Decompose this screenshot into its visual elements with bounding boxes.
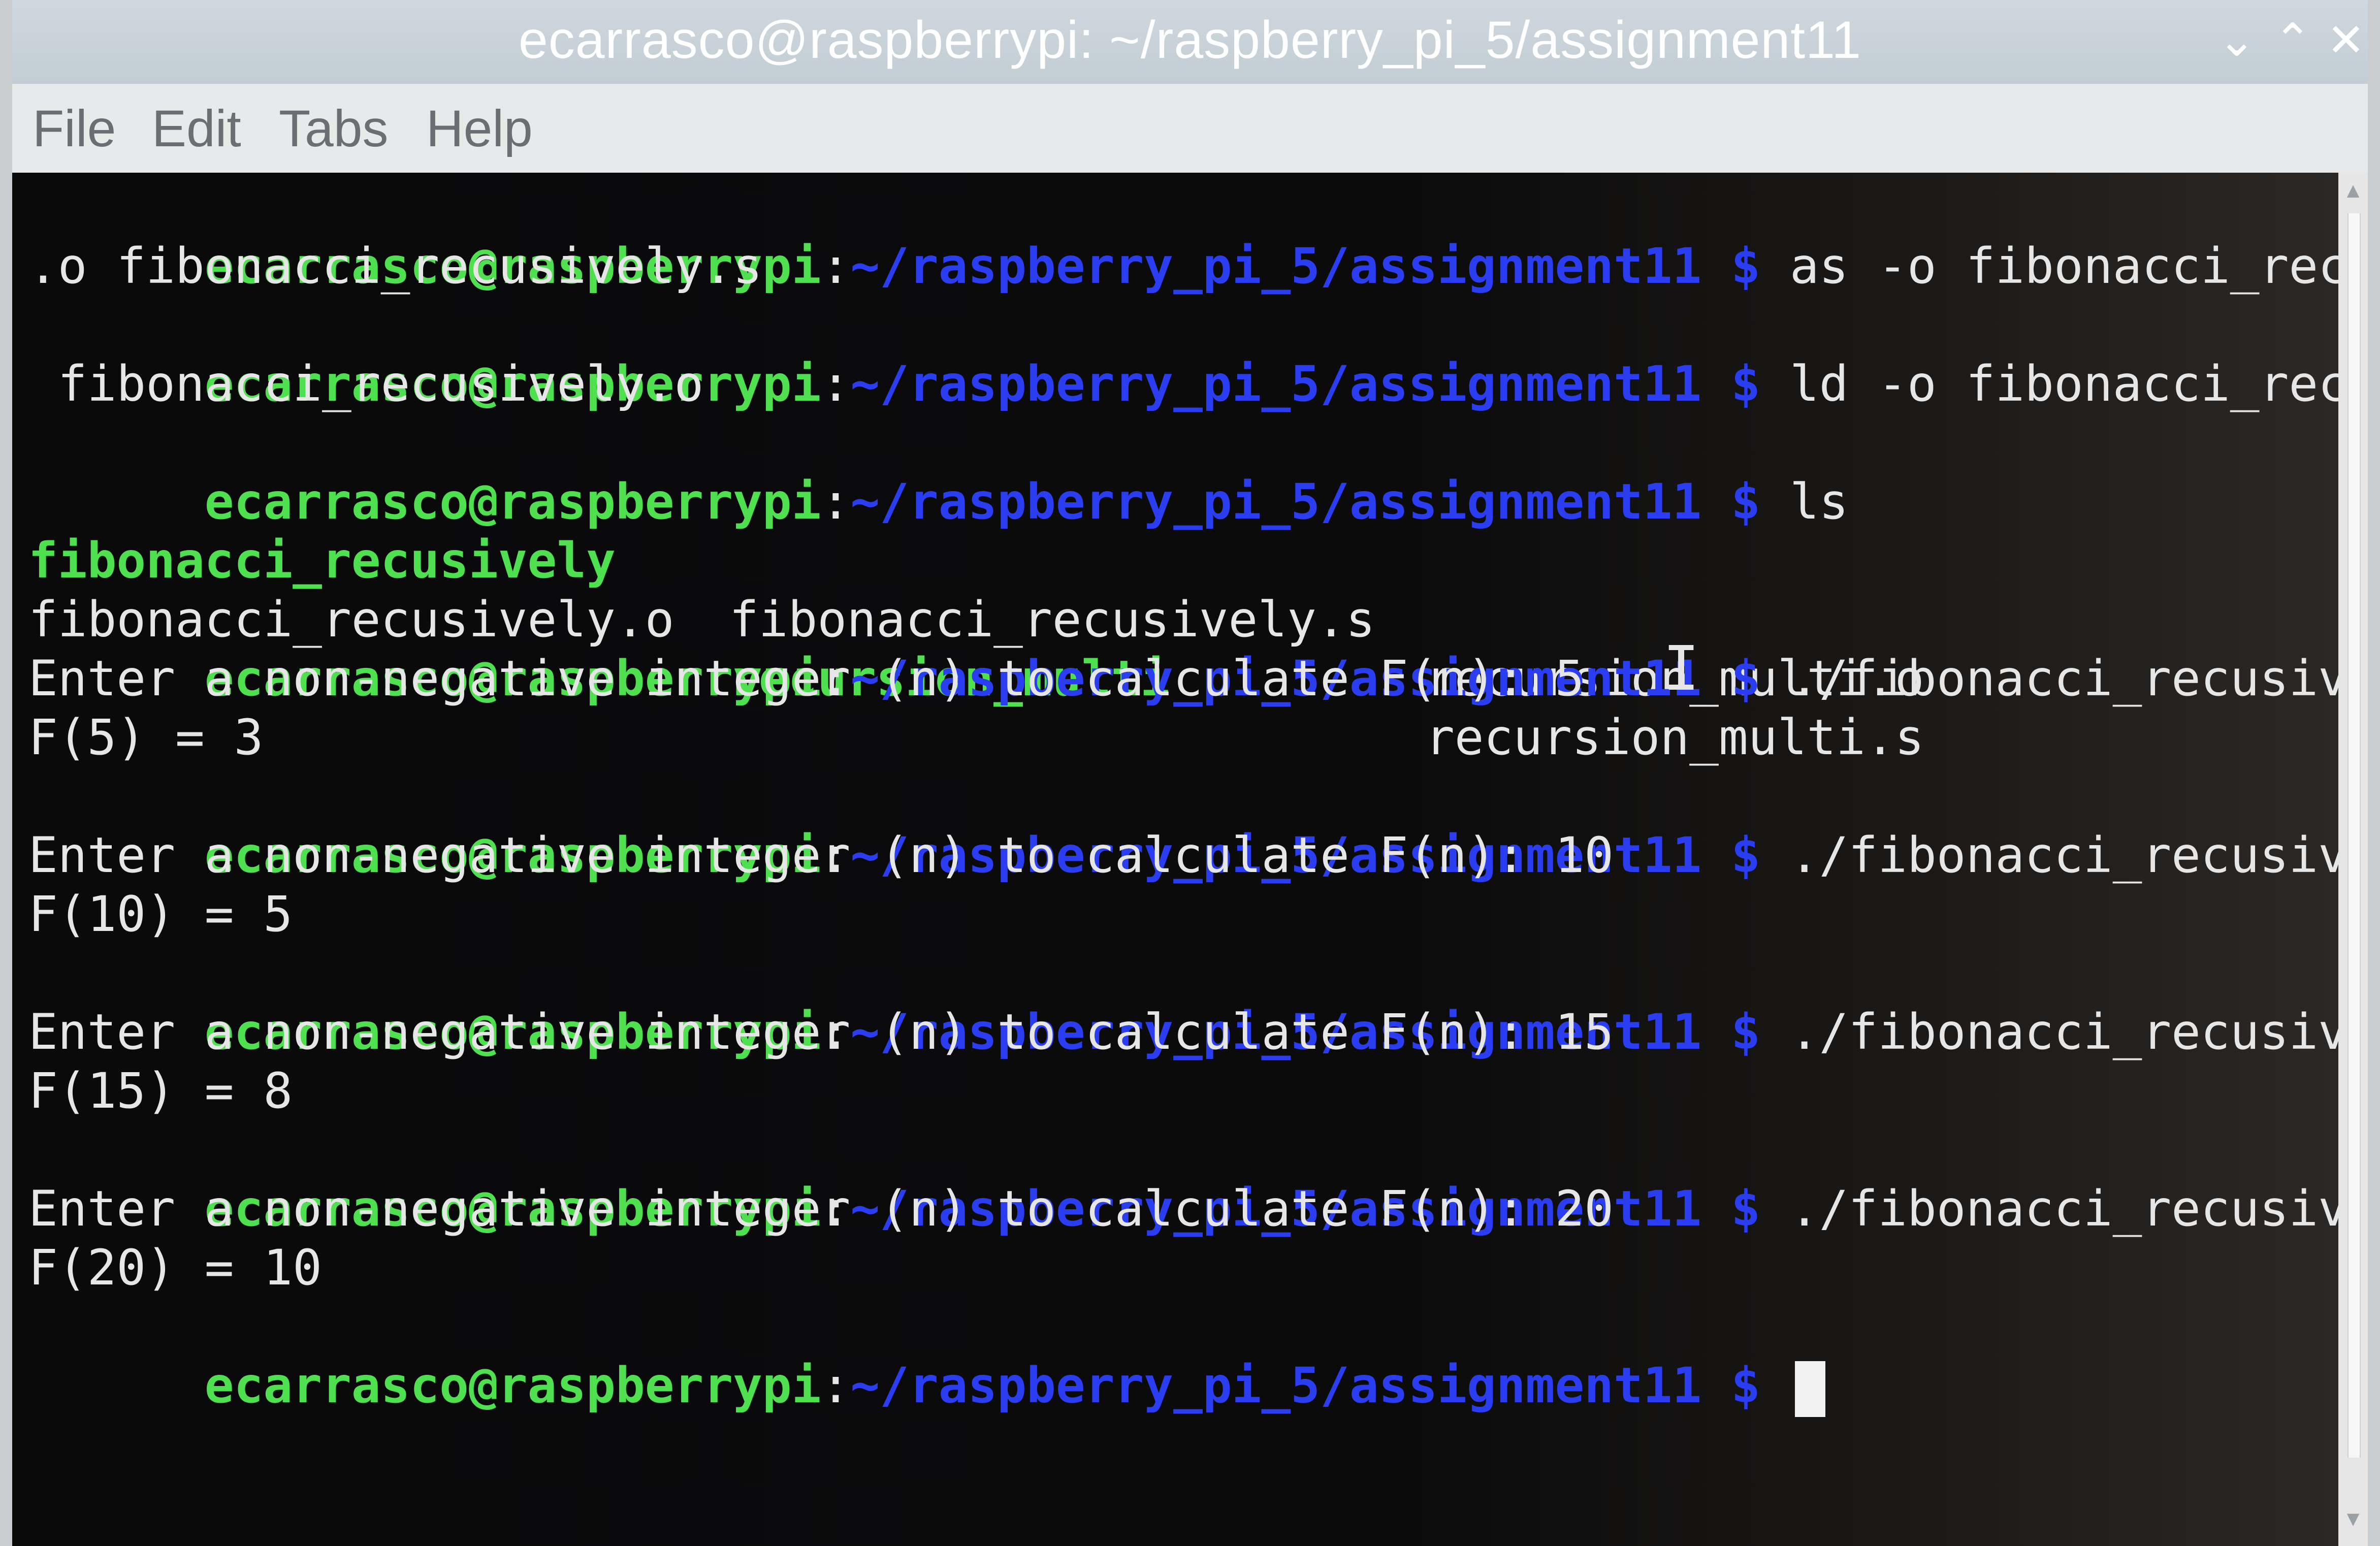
prompt-colon: : — [821, 356, 851, 412]
output-line: .o fibonacci_recusively.s — [28, 238, 762, 295]
menu-help[interactable]: Help — [426, 99, 533, 158]
command-text: as -o fibonacci_recusively — [1789, 238, 2368, 295]
prompt-line: ecarrasco@raspberrypi:~/raspberry_pi_5/a… — [28, 296, 2368, 412]
prompt-dollar: $ — [1701, 238, 1790, 295]
output-line: Enter a non-negative integer (n) to calc… — [28, 650, 1585, 707]
prompt-dollar: $ — [1701, 1180, 1790, 1237]
maximize-icon[interactable]: ⌃ — [2267, 15, 2318, 66]
minimize-icon[interactable]: ⌄ — [2211, 15, 2262, 66]
prompt-colon: : — [821, 238, 851, 295]
prompt-line: ecarrasco@raspberrypi:~/raspberry_pi_5/a… — [28, 590, 2368, 707]
prompt-dollar: $ — [1701, 356, 1790, 412]
prompt-line: ecarrasco@raspberrypi:~/raspberry_pi_5/a… — [28, 944, 2368, 1060]
menu-tabs[interactable]: Tabs — [279, 99, 388, 158]
scroll-up-icon[interactable]: ▲ — [2342, 180, 2364, 200]
menu-file[interactable]: File — [33, 99, 116, 158]
prompt-line: ecarrasco@raspberrypi:~/raspberry_pi_5/a… — [28, 413, 1849, 530]
prompt-line: ecarrasco@raspberrypi:~/raspberry_pi_5/a… — [28, 178, 2368, 295]
close-icon[interactable]: ✕ — [2321, 15, 2368, 66]
menu-edit[interactable]: Edit — [152, 99, 241, 158]
output-line: Enter a non-negative integer (n) to calc… — [28, 827, 1614, 884]
prompt-path: ~/raspberry_pi_5/assignment11 — [850, 1357, 1702, 1414]
command-text: ./fibonacci_recusively — [1789, 827, 2368, 884]
menu-bar: File Edit Tabs Help — [12, 84, 2368, 173]
prompt-colon: : — [821, 1357, 851, 1414]
ibeam-cursor-icon: I — [1663, 634, 1700, 704]
title-bar[interactable]: ecarrasco@raspberrypi: ~/raspberry_pi_5/… — [12, 0, 2368, 84]
output-line: fibonacci_recusively.o — [28, 356, 704, 412]
prompt-line: ecarrasco@raspberrypi:~/raspberry_pi_5/a… — [28, 1297, 1825, 1417]
command-text: ./fibonacci_recusively — [1789, 650, 2368, 707]
ls-output-row: fibonacci_recusively.o recursion_multi r… — [28, 531, 2263, 766]
prompt-dollar: $ — [1701, 827, 1790, 884]
prompt-line: ecarrasco@raspberrypi:~/raspberry_pi_5/a… — [28, 1120, 2368, 1237]
command-text: ./fibonacci_recusively — [1789, 1004, 2368, 1060]
output-line: Enter a non-negative integer (n) to calc… — [28, 1180, 1614, 1237]
prompt-line: ecarrasco@raspberrypi:~/raspberry_pi_5/a… — [28, 767, 2368, 884]
output-line: F(15) = 8 — [28, 1062, 293, 1119]
output-line: Enter a non-negative integer (n) to calc… — [28, 1004, 1614, 1060]
text-cursor — [1794, 1361, 1825, 1417]
prompt-path: ~/raspberry_pi_5/assignment11 — [850, 356, 1702, 412]
vertical-scrollbar[interactable]: ▲ ▼ — [2338, 173, 2368, 1546]
window-title: ecarrasco@raspberrypi: ~/raspberry_pi_5/… — [518, 11, 1862, 70]
output-line: F(5) = 3 — [28, 709, 264, 766]
output-line: F(20) = 10 — [28, 1239, 322, 1296]
prompt-dollar: $ — [1701, 650, 1790, 707]
scroll-down-icon[interactable]: ▼ — [2342, 1508, 2364, 1529]
output-line: F(10) = 5 — [28, 886, 293, 943]
prompt-dollar: $ — [1701, 1004, 1790, 1060]
scrollbar-thumb[interactable] — [2347, 213, 2361, 1458]
command-text: ld -o fibonacci_recusively — [1789, 356, 2368, 412]
prompt-user: ecarrasco@raspberrypi — [204, 1357, 821, 1414]
command-text: ./fibonacci_recusively — [1789, 1180, 2368, 1237]
terminal-area[interactable]: ecarrasco@raspberrypi:~/raspberry_pi_5/a… — [12, 173, 2368, 1546]
ls-entry: recursion_multi.s — [1425, 709, 1924, 766]
prompt-path: ~/raspberry_pi_5/assignment11 — [850, 238, 1702, 295]
terminal-window: ecarrasco@raspberrypi: ~/raspberry_pi_5/… — [12, 0, 2368, 1546]
prompt-dollar: $ — [1701, 1357, 1790, 1414]
ls-output-row: fibonacci_recusively fibonacci_recusivel… — [28, 472, 2263, 707]
